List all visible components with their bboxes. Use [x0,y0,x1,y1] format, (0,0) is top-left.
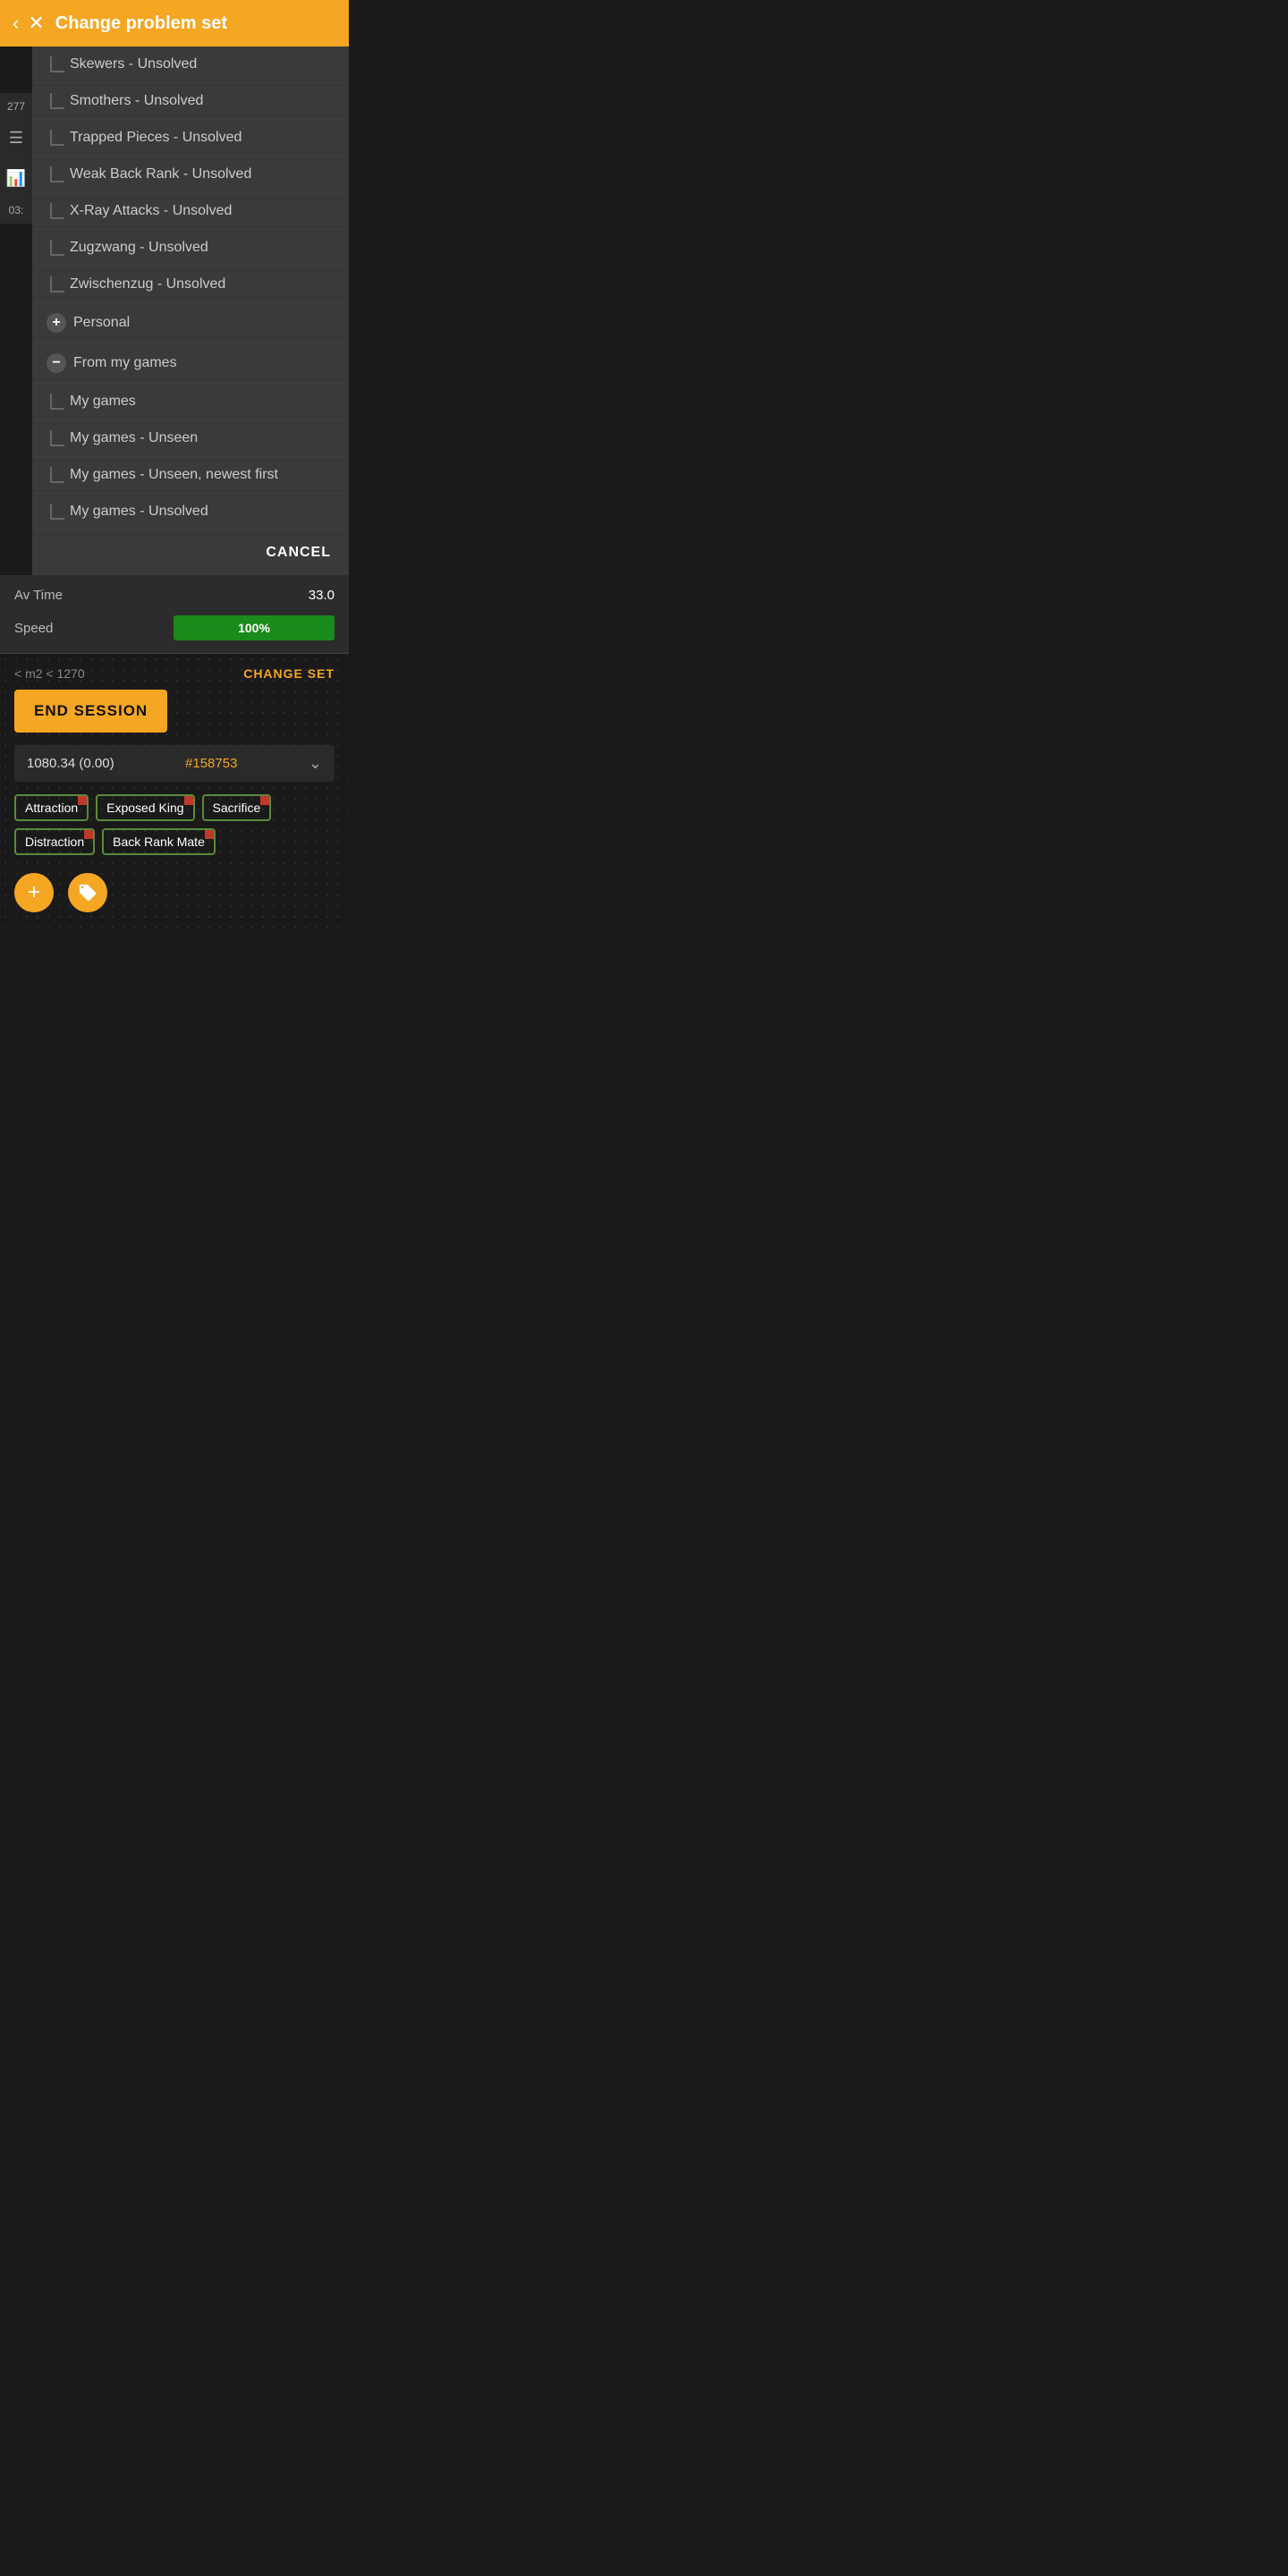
change-set-button[interactable]: CHANGE SET [243,666,335,681]
bottom-actions: + [14,864,335,921]
list-item[interactable]: Trapped Pieces - Unsolved [32,120,349,157]
set-info-text: < m2 < 1270 [14,666,85,681]
list-item[interactable]: Zwischenzug - Unsolved [32,267,349,303]
tag-button[interactable] [68,873,107,912]
av-time-value: 33.0 [309,588,335,603]
tag-corner-icon [184,796,193,805]
list-item[interactable]: Zugzwang - Unsolved [32,230,349,267]
tree-branch-icon [50,394,64,410]
tag-icon [78,883,97,902]
tag-distraction[interactable]: Distraction [14,828,95,855]
add-button[interactable]: + [14,873,54,912]
set-info-row: < m2 < 1270 CHANGE SET [14,666,335,681]
tag-corner-icon [205,830,214,839]
tree-branch-icon [50,56,64,72]
sidebar-number: 277 [7,100,25,113]
dropdown-list: Skewers - Unsolved Smothers - Unsolved T… [32,47,349,530]
game-link[interactable]: #158753 [185,756,237,771]
tag-sacrifice[interactable]: Sacrifice [202,794,272,821]
list-item[interactable]: Skewers - Unsolved [32,47,349,83]
tag-exposed-king[interactable]: Exposed King [96,794,194,821]
speed-value: 100% [238,621,270,635]
list-item[interactable]: My games - Unsolved [32,494,349,530]
sidebar-stats-icon[interactable]: 📊 [1,164,31,193]
end-session-button[interactable]: END SESSION [14,690,167,733]
cancel-button[interactable]: CANCEL [266,545,331,561]
tag-attraction[interactable]: Attraction [14,794,89,821]
tree-branch-icon [50,504,64,520]
tree-branch-icon [50,130,64,146]
tree-branch-icon [50,166,64,182]
tree-branch-icon [50,430,64,446]
av-time-row: Av Time 33.0 [14,588,335,603]
sidebar-time: 03: [9,204,24,216]
expand-icon[interactable]: + [47,313,66,333]
cancel-row: CANCEL [32,530,349,575]
list-item[interactable]: Smothers - Unsolved [32,83,349,120]
tree-branch-icon [50,93,64,109]
tag-corner-icon [260,796,269,805]
tag-corner-icon [78,796,87,805]
header-title: Change problem set [55,13,227,34]
list-item[interactable]: My games - Unseen, newest first [32,457,349,494]
dropdown-overlay: Skewers - Unsolved Smothers - Unsolved T… [32,47,349,575]
tag-back-rank-mate[interactable]: Back Rank Mate [102,828,216,855]
list-item[interactable]: My games [32,384,349,420]
tree-branch-icon [50,240,64,256]
tree-branch-icon [50,203,64,219]
from-my-games-item[interactable]: − From my games [32,343,349,384]
sidebar-menu-icon[interactable]: ☰ [4,123,29,153]
tree-branch-icon [50,276,64,292]
speed-label: Speed [14,621,53,636]
tree-branch-icon [50,467,64,483]
back-icon[interactable]: ‹ [13,12,19,35]
list-item[interactable]: X-Ray Attacks - Unsolved [32,193,349,230]
collapse-icon[interactable]: − [47,353,66,373]
tags-section: Attraction Exposed King Sacrifice Distra… [14,794,335,864]
stats-section: Av Time 33.0 Speed 100% [0,575,349,654]
game-info-text: 1080.34 (0.00) [27,756,114,771]
tag-corner-icon [84,830,93,839]
av-time-label: Av Time [14,588,63,603]
header: ‹ ✕ Change problem set [0,0,349,47]
chevron-down-icon[interactable]: ⌄ [309,754,322,773]
bottom-section: < m2 < 1270 CHANGE SET END SESSION 1080.… [0,654,349,934]
speed-row: Speed 100% [14,615,335,640]
close-icon[interactable]: ✕ [28,12,44,35]
game-info-row: 1080.34 (0.00) #158753 ⌄ [14,745,335,782]
left-sidebar: 277 ☰ 📊 03: [0,93,32,224]
list-item[interactable]: My games - Unseen [32,420,349,457]
speed-bar: 100% [174,615,335,640]
list-item[interactable]: Weak Back Rank - Unsolved [32,157,349,193]
personal-item[interactable]: + Personal [32,303,349,343]
